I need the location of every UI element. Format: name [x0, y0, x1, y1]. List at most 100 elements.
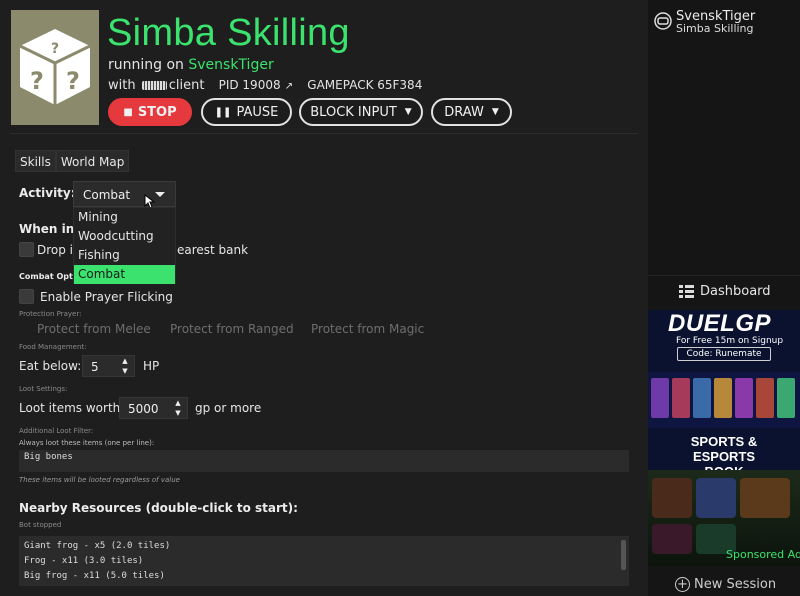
prayer-flicking-label: Enable Prayer Flicking — [40, 290, 173, 304]
ad-brand-b: GP — [735, 310, 772, 337]
ad-game-card — [777, 378, 795, 418]
block-input-button[interactable]: BLOCK INPUT ▼ — [299, 98, 423, 126]
new-session-label: New Session — [694, 577, 777, 592]
option-mining[interactable]: Mining — [74, 208, 175, 227]
option-woodcutting[interactable]: Woodcutting — [74, 227, 175, 246]
loot-worth-value: 5000 — [128, 402, 159, 416]
running-on-line: running on SvenskTiger — [108, 57, 274, 73]
loot-settings-heading: Loot Settings: — [19, 385, 68, 393]
pause-icon: ❚❚ — [214, 106, 232, 118]
drop-items-label: Drop it — [37, 243, 78, 257]
ad-game-card — [714, 378, 732, 418]
account-avatar-icon — [654, 12, 672, 30]
sponsored-ad[interactable]: DUELGP For Free 15m on Signup Code: Rune… — [648, 310, 800, 566]
drop-items-checkbox[interactable] — [19, 242, 34, 257]
gamepack-label: GAMEPACK 65F384 — [307, 78, 423, 92]
option-fishing[interactable]: Fishing — [74, 246, 175, 265]
question-cube-icon: ? ? ? — [19, 29, 91, 105]
bot-status: Bot stopped — [19, 521, 62, 529]
ad-image-tile — [696, 478, 736, 518]
draw-label: DRAW — [444, 104, 484, 120]
ad-brand-logo: DUELGP — [668, 310, 771, 338]
svg-text:?: ? — [30, 67, 44, 95]
ad-game-card — [672, 378, 690, 418]
eat-below-stepper[interactable]: 5 ▲ ▼ — [82, 355, 135, 377]
svg-text:?: ? — [66, 67, 80, 95]
list-item[interactable]: Frog - x11 (3.0 tiles) — [24, 556, 143, 566]
stop-icon: ■ — [123, 106, 133, 118]
ad-image-tile — [740, 478, 790, 518]
scrollbar[interactable] — [621, 540, 626, 570]
draw-button[interactable]: DRAW ▼ — [431, 98, 512, 126]
stop-label: STOP — [137, 104, 177, 120]
always-loot-label: Always loot these items (one per line): — [19, 439, 155, 447]
plus-icon: + — [675, 577, 690, 592]
external-link-icon[interactable]: ↗ — [285, 81, 293, 92]
tab-world-map[interactable]: World Map — [55, 150, 130, 172]
new-session-button[interactable]: + New Session — [675, 577, 776, 592]
ad-headline-line1: SPORTS & ESPORTS — [690, 434, 758, 464]
loot-worth-stepper[interactable]: 5000 ▲ ▼ — [119, 397, 188, 419]
protect-melee-option[interactable]: Protect from Melee — [37, 322, 151, 336]
loot-note: These items will be looted regardless of… — [19, 476, 180, 484]
activity-label: Activity: — [19, 186, 76, 200]
client-logo-icon — [141, 81, 167, 90]
script-title: Simba Skilling — [107, 12, 350, 54]
loot-items-textarea[interactable]: Big bones — [19, 450, 629, 472]
stop-button[interactable]: ■ STOP — [108, 98, 192, 126]
main-panel: ? ? ? Simba Skilling running on SvenskTi… — [0, 0, 648, 596]
svg-text:?: ? — [51, 41, 59, 57]
list-item[interactable]: Big frog - x11 (5.0 tiles) — [24, 571, 165, 581]
list-item[interactable]: Giant frog - x5 (2.0 tiles) — [24, 541, 170, 551]
activity-select[interactable]: Combat — [73, 181, 176, 207]
food-management-heading: Food Management: — [19, 343, 87, 351]
gp-unit-label: gp or more — [195, 401, 262, 415]
loot-worth-label: Loot items worth: — [19, 401, 125, 415]
sidebar-divider — [648, 275, 800, 276]
option-combat[interactable]: Combat — [74, 265, 175, 284]
ad-game-card — [651, 378, 669, 418]
client-suffix: client — [168, 78, 205, 93]
ad-game-card — [756, 378, 774, 418]
dashboard-icon — [679, 285, 694, 298]
bank-option-label: earest bank — [177, 243, 249, 257]
running-prefix: running on — [108, 57, 184, 73]
block-input-label: BLOCK INPUT — [310, 104, 397, 120]
ad-offer: For Free 15m on Signup — [676, 336, 784, 346]
protect-ranged-option[interactable]: Protect from Ranged — [170, 322, 294, 336]
ad-image-tile — [652, 478, 692, 518]
chevron-down-icon: ▼ — [491, 107, 499, 117]
resources-list[interactable]: Giant frog - x5 (2.0 tiles) Frog - x11 (… — [19, 536, 629, 586]
ad-game-card — [693, 378, 711, 418]
tab-bar: Skills World Map — [15, 150, 130, 172]
with-prefix: with — [108, 78, 136, 93]
account-name: SvenskTiger — [188, 57, 274, 73]
stepper-arrows-icon[interactable]: ▲ ▼ — [120, 356, 130, 376]
activity-selected-value: Combat — [83, 188, 131, 202]
combat-options-heading: Combat Opti — [19, 272, 76, 281]
chevron-down-icon — [155, 192, 165, 197]
loot-items-text: Big bones — [24, 452, 73, 462]
eat-below-value: 5 — [91, 360, 99, 374]
hp-unit-label: HP — [143, 359, 160, 373]
sidebar: SvenskTiger Simba Skilling Dashboard DUE… — [648, 0, 800, 596]
nearby-resources-heading: Nearby Resources (double-click to start)… — [19, 501, 298, 515]
ad-image-tile — [652, 524, 692, 554]
sidebar-script-name: Simba Skilling — [676, 22, 754, 35]
header-divider — [10, 133, 638, 134]
header: ? ? ? Simba Skilling running on SvenskTi… — [0, 0, 648, 132]
tab-skills[interactable]: Skills — [15, 150, 56, 172]
protection-prayer-label: Protection Prayer: — [19, 310, 82, 318]
stepper-arrows-icon[interactable]: ▲ ▼ — [173, 398, 183, 418]
pause-button[interactable]: ❚❚ PAUSE — [201, 98, 292, 126]
ad-game-card — [735, 378, 753, 418]
prayer-flicking-checkbox[interactable] — [19, 289, 34, 304]
pid-label: PID 19008 — [218, 78, 281, 92]
dashboard-link[interactable]: Dashboard — [700, 284, 771, 299]
script-logo: ? ? ? — [11, 10, 99, 125]
protect-magic-option[interactable]: Protect from Magic — [311, 322, 424, 336]
sponsored-ad-label: Sponsored Ad — [726, 548, 800, 561]
pause-label: PAUSE — [236, 104, 279, 120]
loot-filter-heading: Additional Loot Filter: — [19, 427, 94, 435]
activity-dropdown-menu: Mining Woodcutting Fishing Combat — [73, 207, 176, 284]
